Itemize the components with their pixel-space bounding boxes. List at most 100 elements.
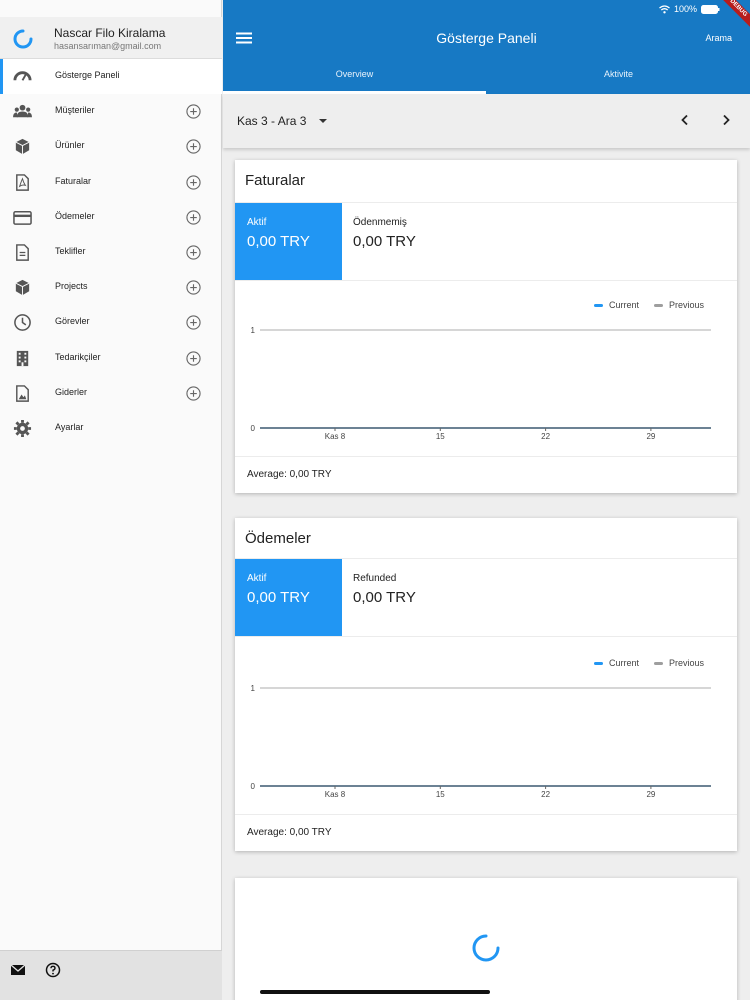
add-circle-icon[interactable]	[186, 174, 201, 190]
sidebar-item-label: Faturalar	[55, 175, 92, 186]
tab-activity[interactable]: Aktivite	[487, 69, 750, 79]
legend-previous-label: Previous	[669, 658, 705, 668]
divider	[235, 636, 737, 637]
sidebar-item-demeler[interactable]: Ödemeler	[0, 200, 222, 235]
credit-card-icon	[13, 210, 32, 225]
payments-card: Ödemeler Aktif 0,00 TRY Refunded 0,00 TR…	[235, 518, 737, 851]
sidebar-item-m-teriler[interactable]: Müşteriler	[0, 94, 222, 129]
loading-spinner-icon	[472, 934, 500, 962]
sidebar-item-giderler[interactable]: Giderler	[0, 376, 222, 411]
y-tick-label: 0	[251, 424, 256, 433]
company-logo-icon	[13, 29, 33, 49]
mail-icon[interactable]	[10, 962, 26, 978]
legend-swatch-previous	[654, 303, 664, 307]
sidebar-item-ayarlar[interactable]: Ayarlar	[0, 411, 222, 446]
sidebar-item-label: Gösterge Paneli	[55, 70, 120, 80]
page-title: Gösterge Paneli	[436, 30, 537, 46]
invoices-card: Faturalar Aktif 0,00 TRY Ödenmemiş 0,00 …	[235, 160, 737, 493]
x-tick-label: 15	[436, 790, 445, 799]
y-tick-label: 1	[251, 684, 256, 693]
legend-previous-label: Previous	[669, 300, 705, 310]
image-file-icon	[16, 384, 29, 402]
battery-percent: 100%	[673, 4, 697, 14]
clock-icon	[14, 314, 31, 332]
sidebar-item-projects[interactable]: Projects	[0, 270, 222, 305]
app-bar: 100% DEBUG Gösterge Paneli Arama Overvie…	[223, 0, 750, 94]
sidebar-item-tedarik-iler[interactable]: Tedarikçiler	[0, 341, 222, 376]
navigation-drawer: Nascar Filo Kiralama hasansarıman@gmail.…	[0, 0, 222, 1000]
chevron-right-icon[interactable]	[719, 113, 733, 127]
date-range-bar: Kas 3 - Ara 3	[223, 94, 750, 148]
drawer-footer	[0, 950, 222, 1000]
add-circle-icon[interactable]	[186, 280, 201, 295]
dropdown-caret-icon[interactable]	[319, 119, 327, 123]
x-tick-label: Kas 8	[325, 790, 346, 799]
building-icon	[16, 350, 29, 366]
search-button[interactable]: Arama	[705, 33, 732, 43]
drawer-menu: Gösterge Paneli Müşteriler Ürünler Faturala…	[0, 59, 222, 446]
battery-icon	[701, 4, 720, 14]
legend-swatch-current	[594, 661, 603, 665]
kpi-label: Refunded	[353, 573, 397, 584]
add-circle-icon[interactable]	[186, 245, 201, 260]
add-circle-icon[interactable]	[186, 104, 201, 119]
add-circle-icon[interactable]	[186, 386, 201, 401]
sidebar-item-teklifler[interactable]: Teklifler	[0, 235, 222, 270]
gear-icon	[13, 419, 32, 437]
sidebar-item-label: Tedarikçiler	[55, 351, 101, 362]
x-tick-label: Kas 8	[325, 432, 346, 441]
add-circle-icon[interactable]	[186, 350, 201, 366]
drawer-header[interactable]: Nascar Filo Kiralama hasansarıman@gmail.…	[0, 17, 222, 59]
invoices-chart: 1 0 Kas 8 15 22 29	[251, 326, 711, 441]
user-email: hasansarıman@gmail.com	[54, 41, 162, 51]
date-range-selector[interactable]: Kas 3 - Ara 3	[237, 114, 306, 128]
add-circle-icon[interactable]	[186, 139, 201, 154]
x-tick-label: 29	[646, 790, 655, 799]
payments-chart: 1 0 Kas 8 15 22 29	[251, 684, 711, 799]
sidebar-item-label: Müşteriler	[55, 105, 95, 116]
debug-banner: DEBUG	[717, 0, 750, 29]
app-root: Nascar Filo Kiralama hasansarıman@gmail.…	[0, 0, 750, 1000]
wifi-icon	[659, 4, 670, 13]
people-icon	[13, 105, 32, 118]
kpi-label: Ödenmemiş	[353, 217, 407, 228]
sidebar-item-g-revler[interactable]: Görevler	[0, 305, 222, 340]
help-icon[interactable]	[45, 962, 61, 978]
chart-legend: Current Previous	[594, 300, 704, 310]
dashboard-icon	[13, 71, 32, 81]
sidebar-item-label: Giderler	[55, 386, 88, 397]
cube-icon	[15, 139, 30, 155]
divider	[235, 814, 737, 815]
add-circle-icon[interactable]	[186, 210, 201, 225]
pdf-icon	[16, 173, 29, 191]
y-tick-label: 1	[251, 326, 256, 335]
average-label: Average: 0,00 TRY	[247, 469, 332, 480]
sidebar-item-label: Görevler	[55, 316, 90, 327]
chevron-left-icon[interactable]	[678, 113, 692, 127]
divider	[235, 280, 737, 281]
sidebar-item-r-nler[interactable]: Ürünler	[0, 129, 222, 164]
sidebar-item-label: Ürünler	[55, 140, 85, 151]
divider	[235, 456, 737, 457]
loading-card	[235, 878, 737, 1000]
tab-overview[interactable]: Overview	[223, 69, 486, 79]
sidebar-item-g-sterge-paneli[interactable]: Gösterge Paneli	[0, 59, 222, 95]
legend-current-label: Current	[609, 300, 640, 310]
sidebar-item-label: Teklifler	[55, 245, 86, 256]
main-content: 100% DEBUG Gösterge Paneli Arama Overvie…	[223, 0, 750, 1000]
unpaid-kpi-tile[interactable]: Ödenmemiş 0,00 TRY	[235, 203, 737, 280]
add-circle-icon[interactable]	[186, 315, 201, 330]
average-label: Average: 0,00 TRY	[247, 827, 332, 838]
cube-icon	[15, 280, 30, 296]
sidebar-item-label: Projects	[55, 281, 88, 292]
legend-swatch-previous	[654, 661, 664, 665]
kpi-value: 0,00 TRY	[353, 589, 416, 606]
card-title: Faturalar	[245, 172, 306, 189]
x-tick-label: 29	[646, 432, 655, 441]
refunded-kpi-tile[interactable]: Refunded 0,00 TRY	[235, 559, 737, 636]
sidebar-item-label: Ödemeler	[55, 210, 95, 221]
x-tick-label: 15	[436, 432, 445, 441]
legend-current-label: Current	[609, 658, 640, 668]
sidebar-item-faturalar[interactable]: Faturalar	[0, 165, 222, 200]
x-tick-label: 22	[541, 790, 550, 799]
